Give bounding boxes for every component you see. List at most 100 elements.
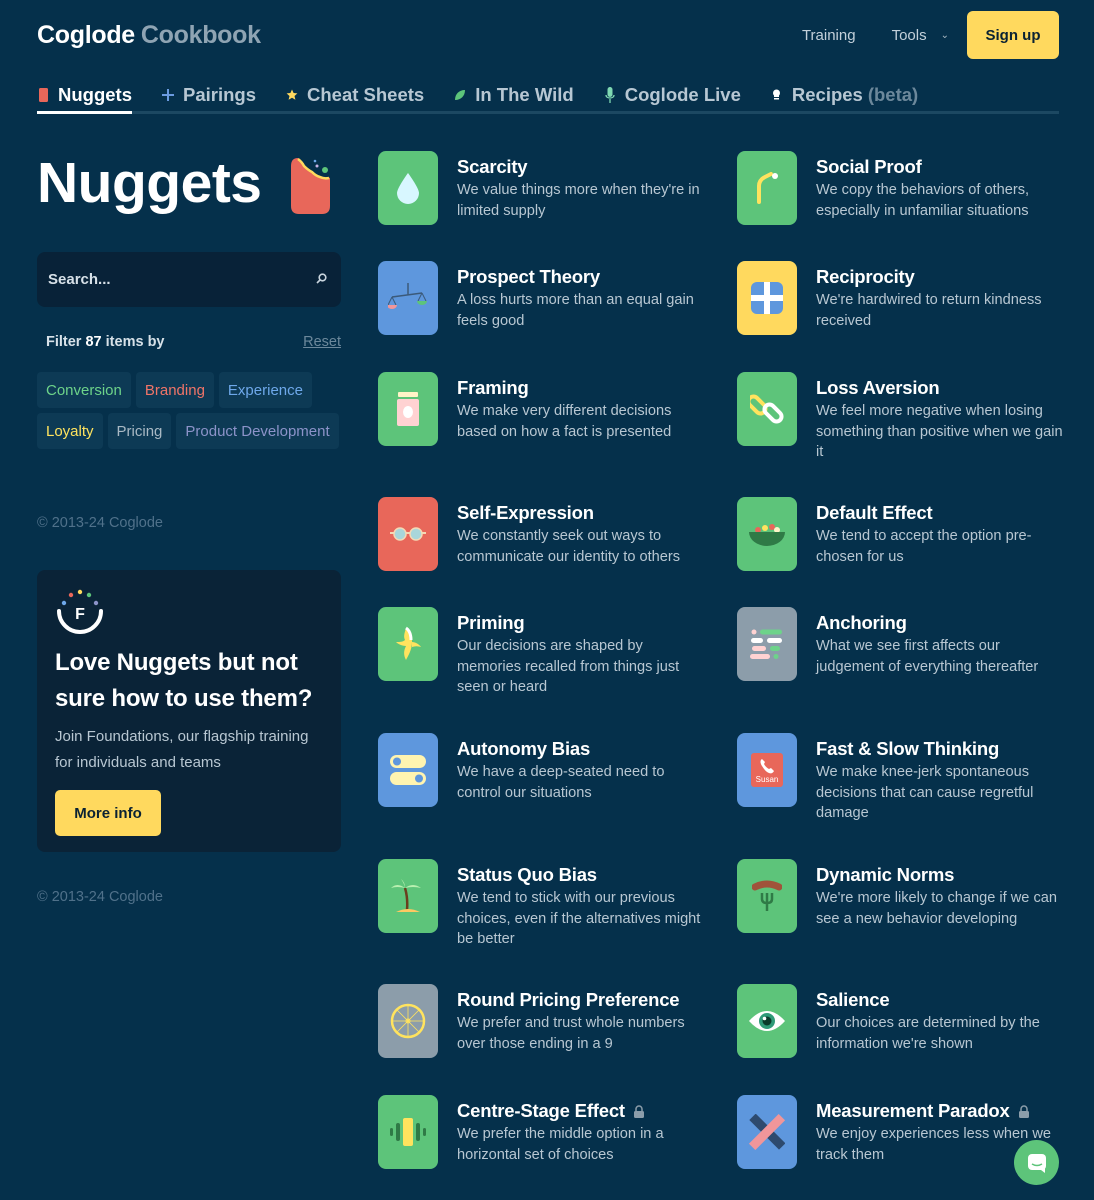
tab-nuggets[interactable]: Nuggets [37,78,132,114]
signup-button[interactable]: Sign up [967,11,1059,59]
site-logo[interactable]: Coglode Cookbook [37,21,261,50]
filter-tag-product-development[interactable]: Product Development [176,413,339,449]
tab-label: Cheat Sheets [307,83,425,105]
chat-launcher-button[interactable] [1014,1140,1059,1185]
nugget-card[interactable]: Reciprocity We're hardwired to return kin… [737,261,1067,335]
search-input[interactable] [48,271,316,288]
middle-bar-icon [378,1095,438,1169]
palm-island-icon [378,859,438,933]
svg-text:F: F [75,606,85,623]
nugget-card[interactable]: Anchoring What we see first affects our j… [737,607,1067,681]
nugget-card[interactable]: Scarcity We value things more when they'r… [378,151,708,225]
foundations-logo-icon: F [55,588,105,636]
salad-bowl-icon [737,497,797,571]
nugget-description: We're hardwired to return kindness recei… [816,292,1042,329]
nugget-title: Salience [816,989,1066,1011]
nugget-card[interactable]: Salience Our choices are determined by th… [737,984,1067,1058]
nugget-icon [37,87,49,102]
filter-label: Filter 87 items by [46,334,165,350]
nugget-description: We tend to stick with our previous choic… [457,890,701,947]
logo-primary: Coglode [37,20,135,49]
nugget-title: Scarcity [457,156,707,178]
code-lines-icon [737,607,797,681]
header-nav: Training Tools ⌄ Sign up [802,11,1059,59]
filter-suffix: items by [105,334,165,350]
search-icon[interactable] [316,272,327,287]
gift-icon [737,261,797,335]
tab-in-the-wild[interactable]: In The Wild [454,78,574,111]
nugget-title: Priming [457,612,707,634]
nugget-description: We make knee-jerk spontaneous decisions … [816,764,1034,821]
nugget-card[interactable]: Framing We make very different decisions … [378,372,708,446]
nugget-card[interactable]: Prospect Theory A loss hurts more than an… [378,261,708,335]
star-icon [286,89,298,101]
nav-tools-dropdown[interactable]: Tools ⌄ [892,27,949,44]
nugget-card[interactable]: Priming Our decisions are shaped by memor… [378,607,708,698]
glasses-icon [378,497,438,571]
crossed-rulers-icon [737,1095,797,1169]
nugget-title-text: Default Effect [816,502,933,523]
copyright-bottom: © 2013-24 Coglode [37,889,163,905]
tab-coglode-live[interactable]: Coglode Live [604,78,741,111]
phone-call-icon: Susan [737,733,797,807]
nugget-title-text: Round Pricing Preference [457,989,680,1010]
chef-hat-icon [771,89,783,100]
nugget-title: Anchoring [816,612,1066,634]
tab-label: Pairings [183,83,256,105]
nugget-title-text: Scarcity [457,156,528,177]
nugget-bitten-icon [290,158,334,221]
reset-filters-link[interactable]: Reset [303,334,341,350]
nugget-title-text: Status Quo Bias [457,864,597,885]
nugget-title-text: Priming [457,612,525,633]
nugget-card[interactable]: Susan Fast & Slow Thinking We make knee-je… [737,733,1067,824]
nugget-description: We copy the behaviors of others, especia… [816,182,1030,219]
lock-icon [633,1104,645,1118]
nav-training[interactable]: Training [802,27,856,44]
section-tabs: Nuggets Pairings Cheat Sheets In The Wil… [37,78,1059,114]
nugget-card[interactable]: Social Proof We copy the behaviors of oth… [737,151,1067,225]
microphone-icon [604,86,616,103]
foundations-promo-card: F Love Nuggets but not sure how to use t… [37,570,341,852]
filter-tags: Conversion Branding Experience Loyalty Prici… [37,372,341,449]
nugget-description: A loss hurts more than an equal gain fee… [457,292,694,329]
nugget-card[interactable]: Dynamic Norms We're more likely to change… [737,859,1067,933]
nugget-title: Fast & Slow Thinking [816,738,1066,760]
tab-label: Coglode Live [624,83,741,105]
filter-tag-pricing[interactable]: Pricing [107,413,172,449]
nugget-title-text: Centre-Stage Effect [457,1100,625,1121]
nugget-card[interactable]: Autonomy Bias We have a deep-seated need … [378,733,708,807]
nugget-title: Framing [457,377,707,399]
tab-pairings[interactable]: Pairings [162,78,256,111]
toggle-switches-icon [378,733,438,807]
nugget-card[interactable]: Round Pricing Preference We prefer and tr… [378,984,708,1058]
nav-tools-label: Tools [891,26,927,44]
lock-icon [1018,1104,1030,1118]
nugget-title-text: Measurement Paradox [816,1100,1010,1121]
nugget-card[interactable]: Self-Expression We constantly seek out wa… [378,497,708,571]
copyright: © 2013-24 Coglode [37,515,163,531]
tab-recipes[interactable]: Recipes (beta) [771,78,918,111]
beta-badge: (beta) [867,83,919,105]
nugget-description: We constantly seek out ways to communica… [457,528,681,565]
filter-tag-experience[interactable]: Experience [218,372,312,408]
balance-scale-icon [378,261,438,335]
more-info-button[interactable]: More info [55,790,161,836]
nugget-card[interactable]: Centre-Stage Effect We prefer the middle … [378,1095,708,1169]
chat-icon [1027,1153,1046,1173]
filter-tag-branding[interactable]: Branding [135,372,214,408]
page-title: Nuggets [37,151,262,215]
nugget-title-text: Autonomy Bias [457,738,591,759]
nugget-description: What we see first affects our judgement … [816,638,1039,675]
tab-cheat-sheets[interactable]: Cheat Sheets [286,78,424,111]
nugget-card[interactable]: Status Quo Bias We tend to stick with our… [378,859,708,950]
filter-tag-conversion[interactable]: Conversion [37,372,131,408]
nugget-description: We prefer the middle option in a horizon… [457,1126,664,1163]
chain-link-icon [737,372,797,446]
nugget-title: Self-Expression [457,502,707,524]
nugget-title: Dynamic Norms [816,864,1066,886]
nugget-title-text: Salience [816,989,890,1010]
filter-tag-loyalty[interactable]: Loyalty [37,413,103,449]
nugget-card[interactable]: Loss Aversion We feel more negative when … [737,372,1067,463]
filter-summary: Filter 87 items by Reset [46,334,341,350]
nugget-card[interactable]: Default Effect We tend to accept the opti… [737,497,1067,571]
